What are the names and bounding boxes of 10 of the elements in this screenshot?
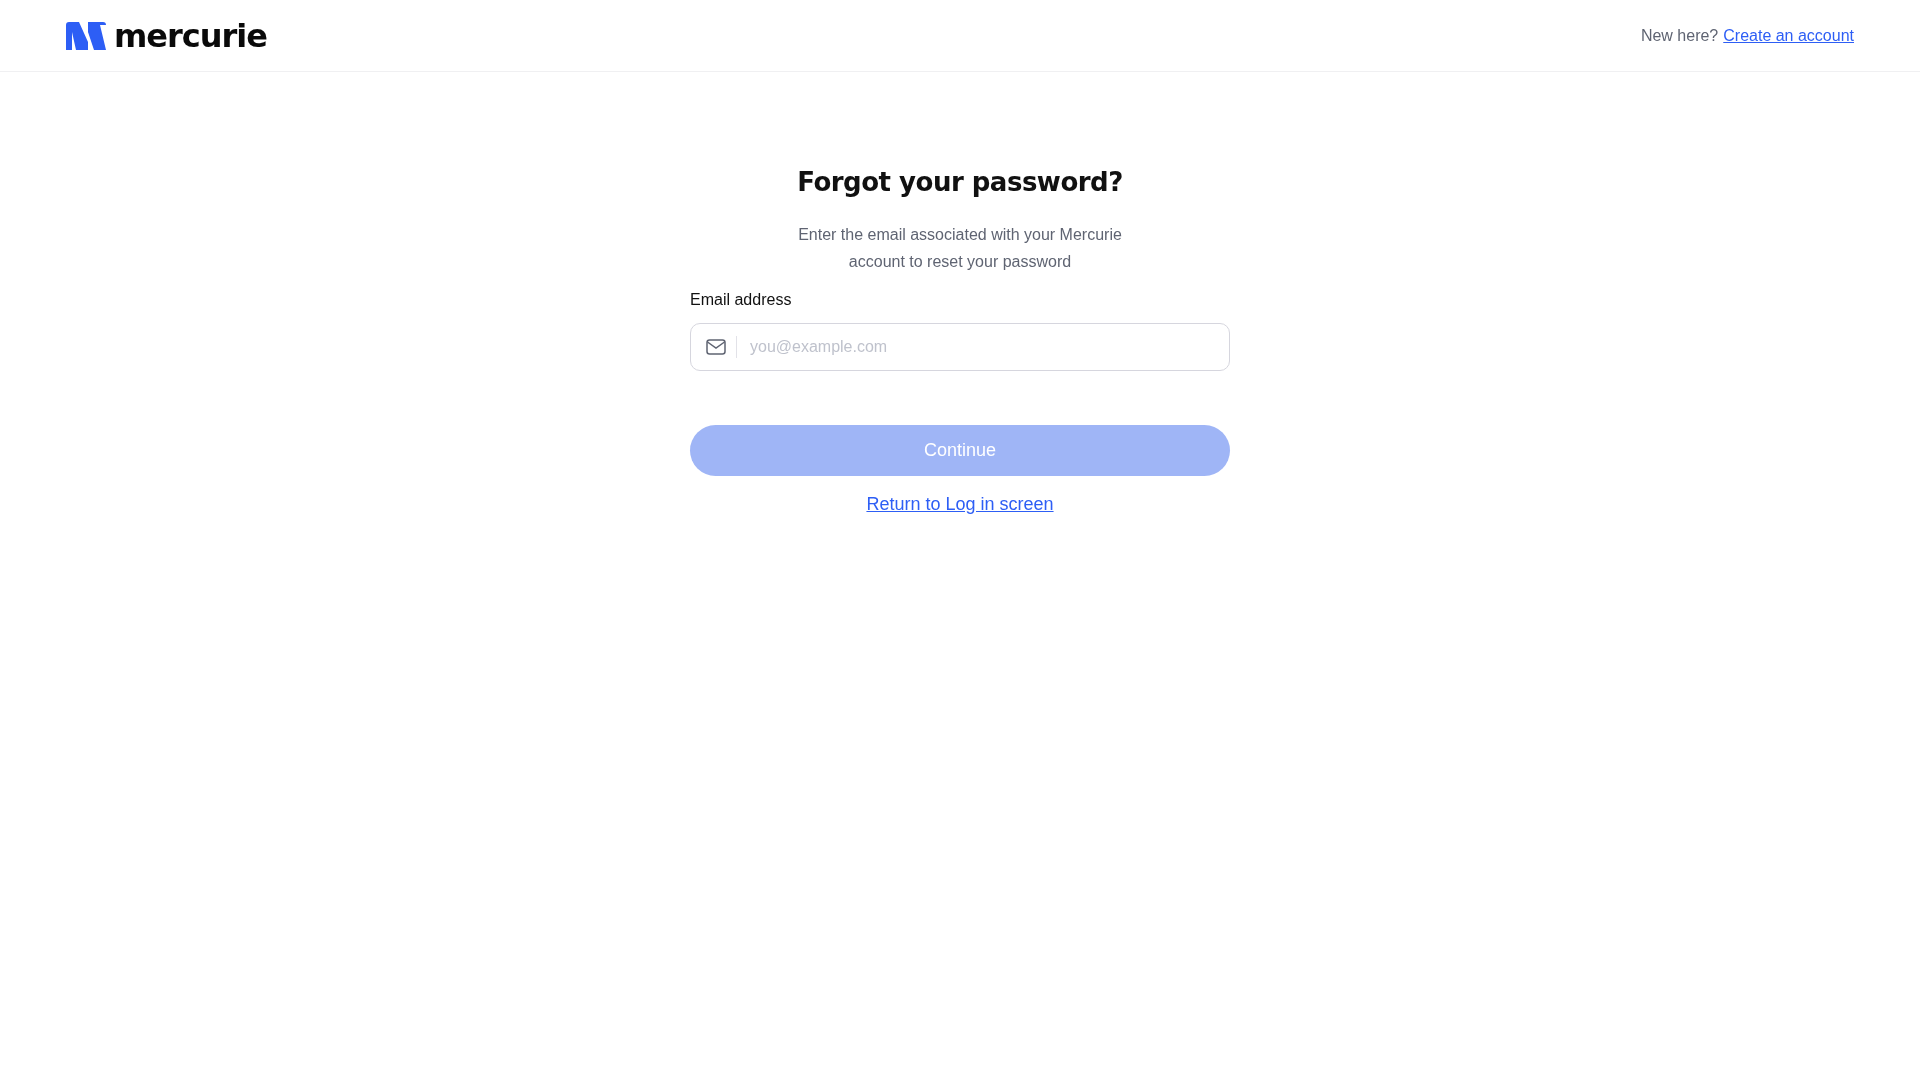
description: Enter the email associated with your Mercurie account to reset your password [797,225,1123,272]
email-field[interactable]: you@example.com [690,323,1230,371]
return-to-login-link[interactable]: Return to Log in screen [866,494,1054,514]
email-label: Email address [690,291,792,309]
signup-prompt: New here? [1640,26,1719,45]
mail-icon [706,339,726,355]
logo-text: mercurie [114,16,268,55]
page-title: Forgot your password? [797,167,1123,197]
create-account-link[interactable]: Create an account [1723,26,1854,45]
logo-icon [66,21,106,50]
